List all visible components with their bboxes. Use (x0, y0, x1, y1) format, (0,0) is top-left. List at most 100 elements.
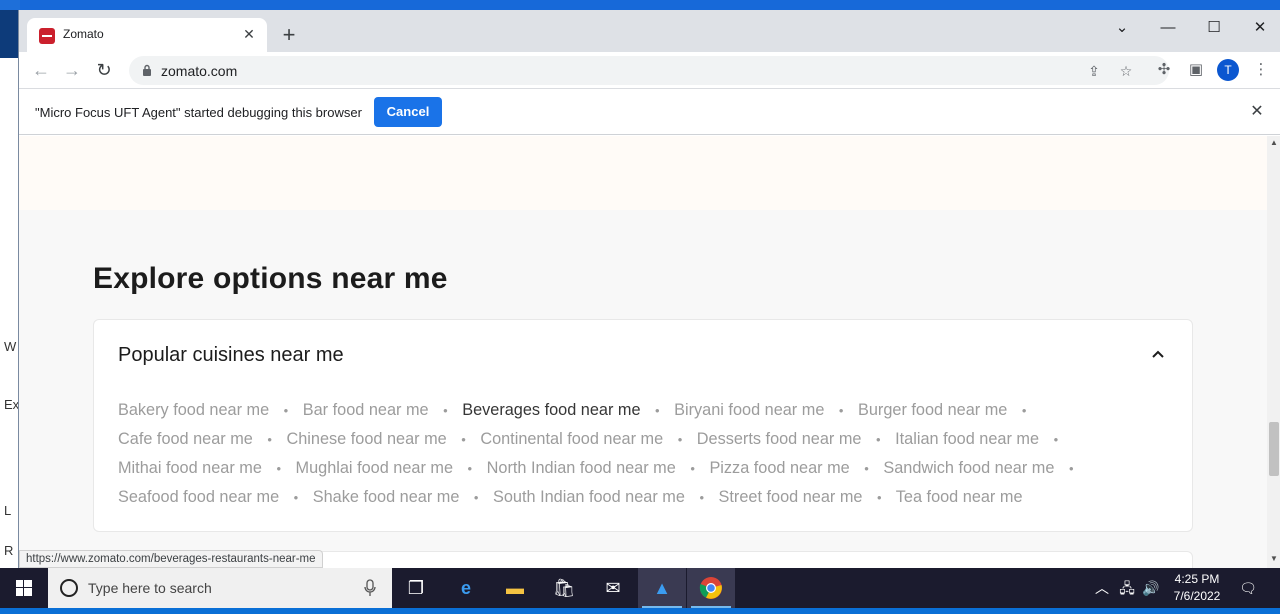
address-bar[interactable]: zomato.com ⇪ ☆ (129, 56, 1169, 85)
cuisines-accordion: Popular cuisines near me Bakery food nea… (93, 319, 1193, 532)
separator-dot: • (443, 403, 448, 418)
taskbar-search-box[interactable]: Type here to search (48, 568, 392, 608)
new-tab-button[interactable]: + (277, 23, 301, 47)
volume-icon[interactable]: 🔊 (1140, 568, 1162, 608)
cuisine-link[interactable]: Seafood food near me (118, 488, 279, 506)
separator-dot: • (1053, 432, 1059, 447)
cuisine-link[interactable]: Tea food near me (896, 488, 1023, 506)
microphone-icon[interactable] (364, 579, 376, 597)
separator-dot: • (876, 490, 882, 505)
cuisine-link[interactable]: Chinese food near me (286, 430, 446, 448)
back-arrow-icon[interactable]: ← (29, 58, 53, 82)
background-window: W Ex L R (0, 0, 20, 568)
browser-toolbar: ← → ↻ zomato.com ⇪ ☆ ✣ ▣ T ⋮ (19, 52, 1280, 89)
cuisine-link[interactable]: Cafe food near me (118, 430, 253, 448)
separator-dot: • (267, 432, 272, 447)
bookmark-star-icon[interactable]: ☆ (1116, 61, 1136, 81)
desktop: W Ex L R Zomato ✕ + ⌄ — ☐ ✕ ← → ↻ zomato… (0, 0, 1280, 608)
cuisine-link[interactable]: Beverages food near me (462, 401, 640, 419)
cuisine-link[interactable]: Shake food near me (313, 488, 460, 506)
url-text: zomato.com (161, 63, 238, 79)
taskbar-clock[interactable]: 4:25 PM 7/6/2022 (1164, 571, 1230, 605)
tab-strip: Zomato ✕ + ⌄ — ☐ ✕ (19, 10, 1280, 52)
chevron-up-icon[interactable] (1148, 344, 1168, 364)
accordion-title[interactable]: Popular cuisines near me (118, 344, 344, 367)
cuisine-link[interactable]: South Indian food near me (493, 488, 685, 506)
forward-arrow-icon[interactable]: → (60, 58, 84, 82)
store-icon[interactable]: 🛍 (540, 568, 588, 608)
clock-time: 4:25 PM (1174, 572, 1220, 586)
cuisine-link[interactable]: Italian food near me (895, 430, 1039, 448)
section-heading: Explore options near me (93, 262, 448, 295)
cuisine-link[interactable]: Burger food near me (858, 401, 1007, 419)
profile-avatar[interactable]: T (1217, 59, 1239, 81)
cuisine-link[interactable]: Street food near me (719, 488, 863, 506)
separator-dot: • (461, 432, 466, 447)
background-window-topbar (0, 0, 20, 10)
separator-dot: • (473, 490, 479, 505)
maximize-button[interactable]: ☐ (1199, 16, 1229, 40)
scroll-down-arrow-icon[interactable]: ▼ (1267, 554, 1280, 566)
taskbar-search-placeholder: Type here to search (88, 580, 212, 596)
cuisine-link[interactable]: Mughlai food near me (296, 459, 453, 477)
separator-dot: • (677, 432, 683, 447)
network-icon[interactable]: 🖧 (1116, 568, 1138, 608)
separator-dot: • (276, 461, 281, 476)
separator-dot: • (838, 403, 844, 418)
separator-dot: • (467, 461, 473, 476)
tray-overflow-chevron-icon[interactable]: ︿ (1092, 568, 1112, 608)
scrollbar-thumb[interactable] (1269, 422, 1279, 476)
reload-icon[interactable]: ↻ (92, 58, 116, 82)
tab-close-icon[interactable]: ✕ (241, 26, 257, 42)
chrome-logo-icon (699, 577, 722, 599)
cuisine-link[interactable]: Biryani food near me (674, 401, 824, 419)
background-window-sidebar (0, 10, 20, 58)
task-view-icon[interactable]: ❐ (392, 568, 440, 608)
separator-dot: • (1021, 403, 1027, 418)
mail-icon[interactable]: ✉ (589, 568, 637, 608)
cuisine-link[interactable]: Continental food near me (480, 430, 663, 448)
separator-dot: • (699, 490, 705, 505)
cuisine-link[interactable]: Bakery food near me (118, 401, 269, 419)
cuisine-link[interactable]: Sandwich food near me (883, 459, 1054, 477)
cuisine-link[interactable]: Desserts food near me (697, 430, 862, 448)
uft-agent-icon[interactable]: ▲ (638, 568, 686, 608)
minimize-button[interactable]: — (1153, 16, 1183, 40)
share-icon[interactable]: ⇪ (1084, 61, 1104, 81)
tab-title: Zomato (63, 27, 104, 41)
background-text-fragment: Ex (4, 397, 20, 412)
lock-icon (143, 64, 151, 76)
tab-search-icon[interactable]: ⌄ (1107, 16, 1137, 40)
separator-dot: • (293, 490, 299, 505)
side-panel-icon[interactable]: ▣ (1185, 59, 1207, 81)
file-explorer-icon[interactable]: ▬ (491, 568, 539, 608)
link-status-bubble: https://www.zomato.com/beverages-restaur… (19, 550, 323, 568)
separator-dot: • (1068, 461, 1074, 476)
page-banner-band (19, 136, 1267, 210)
chrome-icon[interactable] (687, 568, 735, 608)
background-text-fragment: L (4, 503, 12, 518)
browser-window: Zomato ✕ + ⌄ — ☐ ✕ ← → ↻ zomato.com ⇪ ☆ (18, 10, 1280, 568)
tab-zomato[interactable]: Zomato ✕ (27, 18, 267, 52)
windows-taskbar: Type here to search ❐ e ▬ 🛍 ✉ ▲ ︿ 🖧 🔊 4:… (0, 568, 1280, 608)
edge-browser-icon[interactable]: e (442, 568, 490, 608)
separator-dot: • (655, 403, 660, 418)
windows-start-icon[interactable] (0, 568, 48, 608)
debugging-infobar: "Micro Focus UFT Agent" started debuggin… (19, 90, 1280, 135)
page-viewport: Explore options near me Popular cuisines… (19, 136, 1280, 568)
infobar-close-icon[interactable]: ✕ (1247, 102, 1267, 122)
close-window-button[interactable]: ✕ (1245, 16, 1275, 40)
cuisine-link[interactable]: North Indian food near me (487, 459, 676, 477)
menu-kebab-icon[interactable]: ⋮ (1250, 59, 1272, 81)
infobar-message: "Micro Focus UFT Agent" started debuggin… (35, 105, 362, 120)
cuisine-links-list: Bakery food near me • Bar food near me •… (118, 396, 1158, 512)
cuisine-link[interactable]: Mithai food near me (118, 459, 262, 477)
cancel-button[interactable]: Cancel (374, 97, 442, 127)
notifications-icon[interactable]: 🗨 (1236, 568, 1260, 608)
cuisine-link[interactable]: Pizza food near me (709, 459, 849, 477)
extensions-puzzle-icon[interactable]: ✣ (1153, 59, 1175, 81)
scroll-up-arrow-icon[interactable]: ▲ (1267, 138, 1280, 150)
cuisine-link[interactable]: Bar food near me (303, 401, 429, 419)
background-text-fragment: W (4, 339, 17, 354)
page-scrollbar[interactable]: ▲ ▼ (1267, 136, 1280, 568)
